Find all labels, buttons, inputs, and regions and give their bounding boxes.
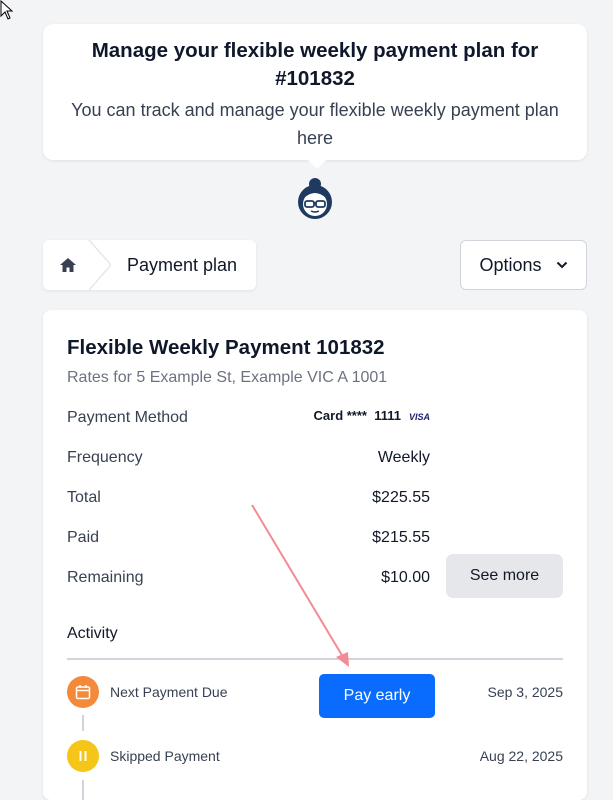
breadcrumb: Payment plan [43,240,256,290]
next-payment-date: Sep 3, 2025 [487,684,563,700]
payment-method-value: Card **** 1111 VISA [314,408,430,423]
frequency-value: Weekly [377,449,430,466]
options-button[interactable]: Options [460,240,587,290]
home-icon [60,258,76,272]
next-payment-label: Next Payment Due [110,684,228,700]
total-value: $225.55 [372,489,430,506]
remaining-label: Remaining [67,569,144,586]
assistant-avatar-icon [298,178,332,219]
skipped-payment-status-icon [67,740,99,772]
timeline-connector [82,715,84,731]
activity-heading: Activity [67,625,118,642]
activity-divider [67,658,563,660]
skipped-payment-date: Aug 22, 2025 [479,748,563,764]
calendar-icon [75,685,91,700]
total-label: Total [67,489,101,506]
remaining-value: $10.00 [381,569,430,586]
plan-subtitle: Rates for 5 Example St, Example VIC A 10… [67,369,388,386]
paid-value: $215.55 [372,529,430,546]
timeline-connector [82,780,84,800]
page-subtitle: You can track and manage your flexible w… [71,100,559,148]
header-bubble: Manage your flexible weekly payment plan… [43,24,587,169]
next-payment-status-icon [67,676,99,708]
payment-method-label: Payment Method [67,409,188,426]
mouse-cursor-icon [0,0,14,20]
breadcrumb-separator-icon [88,240,111,290]
paid-label: Paid [67,529,100,546]
frequency-label: Frequency [67,449,143,466]
see-more-button[interactable]: See more [446,554,563,598]
chevron-down-icon [556,261,567,269]
pause-icon [79,751,87,761]
page-title: Manage your flexible weekly payment plan… [91,39,539,90]
payment-plan-card: Flexible Weekly Payment 101832 Rates for… [43,310,587,800]
pay-early-button[interactable]: Pay early [319,674,435,718]
plan-title: Flexible Weekly Payment 101832 [67,336,385,359]
skipped-payment-label: Skipped Payment [110,748,220,764]
breadcrumb-current[interactable]: Payment plan [127,240,237,290]
card-number: Card **** 1111 [313,408,401,423]
visa-icon: VISA [408,412,430,422]
options-label: Options [479,254,542,275]
breadcrumb-home[interactable] [43,240,93,290]
